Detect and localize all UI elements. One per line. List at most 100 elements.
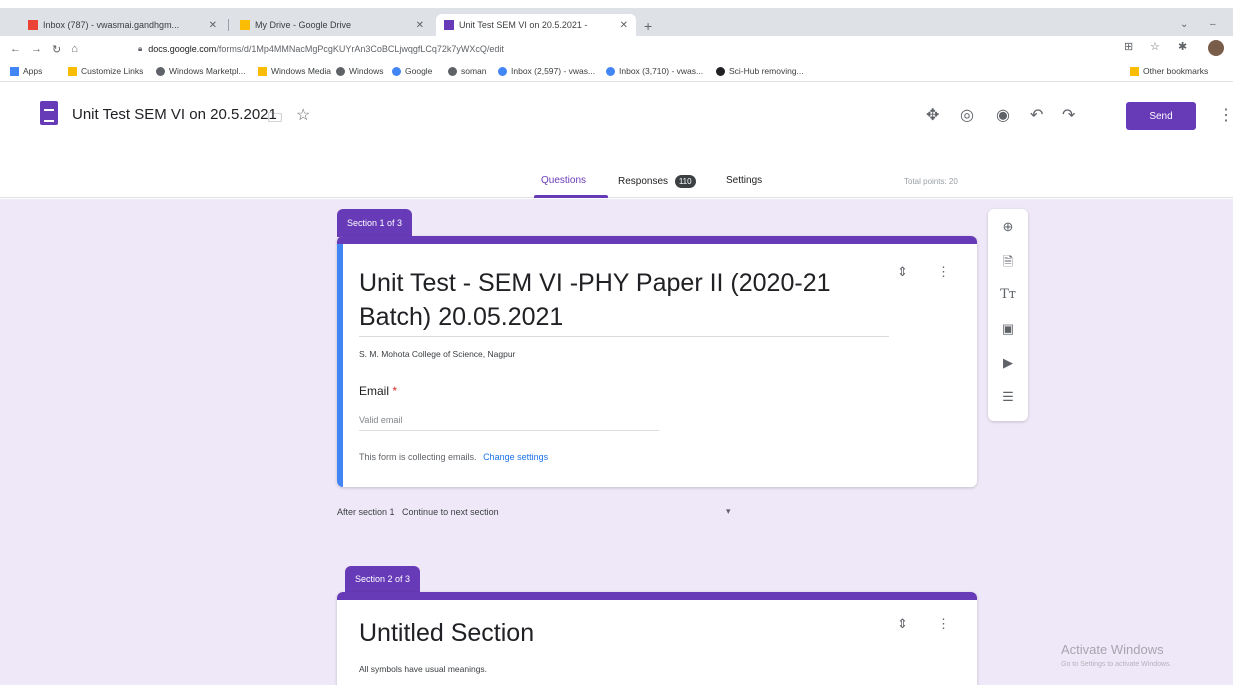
total-points: Total points: 20 xyxy=(904,177,958,186)
url-bar[interactable]: 🔒︎ docs.google.com /forms/d/1Mp4MMNacMgP… xyxy=(138,40,1058,58)
bookmark-item[interactable]: Windows Marketpl... xyxy=(156,66,246,76)
apps-icon xyxy=(10,66,19,76)
drive-icon xyxy=(240,20,250,30)
forms-logo-icon[interactable] xyxy=(40,101,58,125)
add-image-icon[interactable]: ▣ xyxy=(988,321,1028,337)
forward-icon[interactable]: → xyxy=(31,43,42,55)
required-asterisk: * xyxy=(392,384,398,398)
close-icon[interactable]: ✕ xyxy=(203,20,217,31)
dropdown-arrow-icon[interactable]: ▾ xyxy=(726,506,731,517)
email-field[interactable]: Valid email xyxy=(359,415,659,431)
browser-tab-forms[interactable]: Unit Test SEM VI on 20.5.2021 - ✕ xyxy=(436,14,636,36)
tab-questions[interactable]: Questions xyxy=(541,175,586,186)
close-icon[interactable]: ✕ xyxy=(410,20,424,31)
after-section-navigation[interactable]: After section 1 Continue to next section xyxy=(337,507,499,517)
form-canvas: Section 1 of 3 Unit Test - SEM VI -PHY P… xyxy=(0,199,1233,685)
add-question-icon[interactable]: ⊕ xyxy=(988,219,1028,235)
section-2-card[interactable]: Untitled Section All symbols have usual … xyxy=(337,592,977,685)
bird-icon xyxy=(716,66,725,76)
more-vert-icon[interactable]: ⋮ xyxy=(1218,105,1233,125)
form-description[interactable]: S. M. Mohota College of Science, Nagpur xyxy=(359,349,515,359)
form-tabs: Questions Responses 110 Settings Total p… xyxy=(0,173,1233,198)
grid-icon[interactable]: ⊞ xyxy=(1124,40,1133,53)
after-section-value: Continue to next section xyxy=(402,507,499,517)
collecting-emails-note: This form is collecting emails. Change s… xyxy=(359,452,549,462)
collapse-icon[interactable]: ⇕ xyxy=(897,264,908,280)
email-question-label: Email * xyxy=(359,384,398,398)
section-2-description[interactable]: All symbols have usual meanings. xyxy=(359,664,487,674)
bookmark-item[interactable]: Sci-Hub removing... xyxy=(716,66,804,76)
after-section-label: After section 1 xyxy=(337,507,395,517)
add-section-icon[interactable]: ☰ xyxy=(988,389,1028,405)
bookmark-item[interactable]: Inbox (3,710) - vwas... xyxy=(606,66,703,76)
addon-icon[interactable]: ✥ xyxy=(926,105,939,125)
form-title-line-2[interactable]: Batch) 20.05.2021 xyxy=(359,300,563,334)
add-title-icon[interactable]: Tт xyxy=(988,287,1028,302)
url-path: /forms/d/1Mp4MMNacMgPcgKUYrAn3CoBCLjwqgf… xyxy=(216,44,504,54)
tab-responses[interactable]: Responses 110 xyxy=(618,175,696,188)
new-tab-icon[interactable]: + xyxy=(644,18,652,34)
more-vert-icon[interactable]: ⋮ xyxy=(937,264,950,280)
add-video-icon[interactable]: ▶ xyxy=(988,355,1028,371)
folder-icon xyxy=(1130,66,1139,76)
folder-icon[interactable]: 🗀︎ xyxy=(268,107,282,131)
section-2-title[interactable]: Untitled Section xyxy=(359,616,534,650)
bookmark-item[interactable]: Windows xyxy=(336,66,383,76)
bookmark-item[interactable]: Customize Links xyxy=(68,66,143,76)
other-bookmarks[interactable]: Other bookmarks xyxy=(1130,66,1208,76)
change-settings-link[interactable]: Change settings xyxy=(483,452,548,462)
form-title-line-1[interactable]: Unit Test - SEM VI -PHY Paper II (2020-2… xyxy=(359,266,831,300)
browser-tab-gmail[interactable]: Inbox (787) - vwasmai.gandhgm... ✕ xyxy=(20,14,225,36)
minimize-icon[interactable]: – xyxy=(1210,19,1216,30)
url-host: docs.google.com xyxy=(148,44,217,54)
title-underline xyxy=(359,336,889,337)
tab-label: Unit Test SEM VI on 20.5.2021 - xyxy=(459,20,588,30)
close-icon[interactable]: ✕ xyxy=(614,20,628,31)
home-icon[interactable]: ⌂ xyxy=(71,43,78,55)
bookmark-item[interactable]: Apps xyxy=(10,66,42,76)
activate-windows-subtext: Go to Settings to activate Windows. xyxy=(1061,661,1172,668)
bookmark-item[interactable]: Inbox (2,597) - vwas... xyxy=(498,66,595,76)
responses-count-badge: 110 xyxy=(674,175,696,188)
focus-indicator xyxy=(337,244,343,487)
google-icon xyxy=(498,66,507,76)
section-accent-bar xyxy=(337,236,977,244)
tab-responses-label: Responses xyxy=(618,176,669,187)
tab-label: My Drive - Google Drive xyxy=(255,20,352,30)
bookmark-icon xyxy=(68,66,77,76)
more-vert-icon[interactable]: ⋮ xyxy=(937,616,950,632)
palette-icon[interactable]: ◎ xyxy=(960,105,974,125)
google-icon xyxy=(392,66,401,76)
browser-tab-drive[interactable]: My Drive - Google Drive ✕ xyxy=(232,14,432,36)
avatar[interactable] xyxy=(1208,40,1224,56)
bookmark-item[interactable]: Windows Media xyxy=(258,66,331,76)
forms-header: Unit Test SEM VI on 20.5.2021 🗀︎ ☆ ✥ ◎ ◉… xyxy=(0,83,1233,198)
chevron-down-icon[interactable]: ⌄ xyxy=(1180,19,1188,30)
page-title[interactable]: Unit Test SEM VI on 20.5.2021 xyxy=(72,106,277,123)
globe-icon xyxy=(336,66,345,76)
back-icon[interactable]: ← xyxy=(10,43,21,55)
undo-icon[interactable]: ↶ xyxy=(1030,105,1043,125)
send-button[interactable]: Send xyxy=(1126,102,1196,130)
redo-icon[interactable]: ↷ xyxy=(1062,105,1075,125)
tab-settings[interactable]: Settings xyxy=(726,175,762,186)
bookmark-item[interactable]: soman xyxy=(448,66,487,76)
import-questions-icon[interactable]: 🗎︎ xyxy=(988,253,1028,275)
lock-icon: 🔒︎ xyxy=(138,44,143,53)
bookmark-star-icon[interactable]: ☆ xyxy=(1150,40,1160,53)
reload-icon[interactable]: ↻ xyxy=(52,43,61,56)
section-1-tag: Section 1 of 3 xyxy=(337,209,413,237)
bookmark-icon xyxy=(258,66,267,76)
bookmarks-bar: Apps Customize Links Windows Marketpl...… xyxy=(0,62,1233,82)
globe-icon xyxy=(448,66,457,76)
preview-eye-icon[interactable]: ◉ xyxy=(996,105,1010,125)
gmail-icon xyxy=(28,20,38,30)
collapse-icon[interactable]: ⇕ xyxy=(897,616,908,632)
address-bar-row: ← → ↻ ⌂ 🔒︎ docs.google.com /forms/d/1Mp4… xyxy=(0,36,1233,62)
bookmark-item[interactable]: Google xyxy=(392,66,432,76)
activate-windows-watermark: Activate Windows xyxy=(1061,642,1164,657)
extensions-icon[interactable]: ✱ xyxy=(1178,40,1187,53)
star-icon[interactable]: ☆ xyxy=(296,105,310,125)
section-2-tag: Section 2 of 3 xyxy=(345,566,421,592)
section-1-card[interactable]: Unit Test - SEM VI -PHY Paper II (2020-2… xyxy=(337,236,977,487)
